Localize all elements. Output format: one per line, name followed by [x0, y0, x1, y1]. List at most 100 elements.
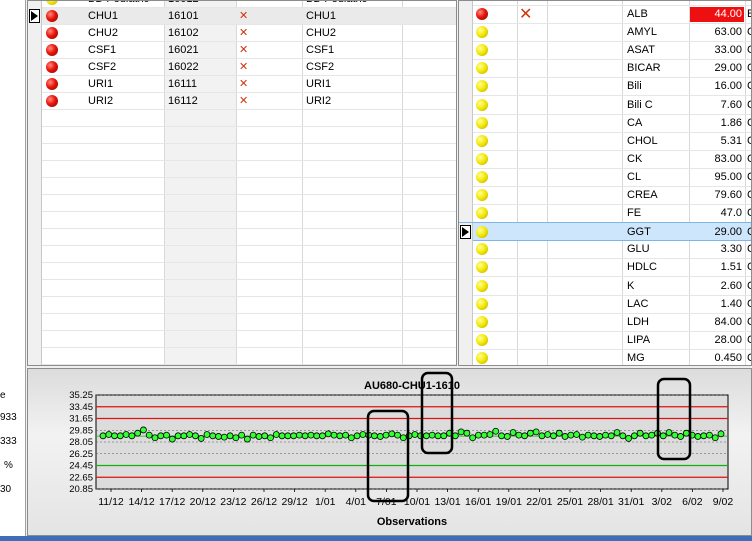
- test-value: 28.00: [714, 333, 742, 346]
- test-unit: C: [747, 99, 751, 111]
- test-row[interactable]: FE 47.0 C: [459, 204, 751, 224]
- sample-row[interactable]: CSF1 16021 ✕ CSF1: [28, 42, 456, 59]
- test-row[interactable]: LIPA 28.00 C: [459, 330, 751, 350]
- test-row[interactable]: CL 95.00 C: [459, 167, 751, 187]
- test-row[interactable]: CK 83.00 C: [459, 149, 751, 169]
- test-row[interactable]: CREA 79.60 C: [459, 186, 751, 205]
- row-selector[interactable]: [28, 93, 42, 110]
- test-row[interactable]: LDH 84.00 C: [459, 312, 751, 332]
- empty-row: [28, 195, 456, 212]
- test-row[interactable]: LAC 1.40 C: [459, 294, 751, 314]
- row-selector[interactable]: [459, 95, 473, 115]
- data-point: [550, 432, 557, 440]
- row-selector[interactable]: [459, 23, 473, 43]
- sample-number: 16022: [168, 61, 199, 73]
- reject-x-icon[interactable]: ✕: [239, 42, 248, 58]
- status-yellow-icon: [476, 333, 488, 346]
- sample-row[interactable]: CHU2 16102 ✕ CHU2: [28, 25, 456, 42]
- row-selector[interactable]: [459, 258, 473, 278]
- row-selector[interactable]: [459, 330, 473, 350]
- sample-row[interactable]: CHU1 16101 ✕ CHU1: [28, 8, 456, 25]
- test-row[interactable]: CA 1.86 C: [459, 113, 751, 133]
- sample-row[interactable]: URI1 16111 ✕ URI1: [28, 76, 456, 93]
- data-point: [527, 429, 534, 437]
- test-row[interactable]: GGT 29.00 C: [459, 222, 751, 243]
- data-point: [717, 430, 725, 438]
- x-tick-label: 29/12: [281, 496, 307, 508]
- test-row[interactable]: CHOL 5.31 C: [459, 131, 751, 151]
- stat-label: %: [4, 460, 13, 471]
- sample-code: CSF2: [88, 61, 117, 73]
- test-row[interactable]: BICAR 29.00 C: [459, 59, 751, 79]
- data-point: [492, 427, 500, 435]
- reject-x-icon[interactable]: ✕: [239, 59, 248, 75]
- sample-row[interactable]: BD Pediatric 16012 BD Pediatric: [28, 1, 456, 8]
- row-selector[interactable]: [28, 42, 42, 59]
- test-results-grid[interactable]: ✕ ALB 44.00E AMYL 63.00 C ASAT 33.00 C BICAR 29.00…: [458, 0, 752, 366]
- test-row[interactable]: MG 0.450 C: [459, 348, 751, 365]
- row-selector[interactable]: [459, 240, 473, 260]
- sample-number: 16102: [168, 27, 199, 39]
- row-selector[interactable]: [459, 276, 473, 296]
- row-selector[interactable]: [28, 59, 42, 76]
- data-point: [359, 431, 367, 438]
- row-selector[interactable]: [459, 186, 473, 205]
- row-selector[interactable]: [459, 59, 473, 79]
- row-selector[interactable]: [459, 77, 473, 97]
- empty-row: [28, 314, 456, 331]
- reject-x-icon[interactable]: ✕: [239, 76, 248, 92]
- test-row[interactable]: Bili 16.00 C: [459, 77, 751, 97]
- sample-grid[interactable]: BD Pediatric16012BD PediatricCHU116101✕C…: [27, 0, 457, 366]
- data-point: [555, 429, 563, 437]
- test-row[interactable]: GLU 3.30 C: [459, 240, 751, 260]
- test-name: CK: [627, 152, 643, 165]
- row-selector[interactable]: [459, 41, 473, 61]
- row-selector[interactable]: [28, 76, 42, 93]
- test-name: MG: [627, 351, 645, 364]
- reject-x-icon[interactable]: ✕: [239, 93, 248, 109]
- test-value: 83.00: [714, 152, 742, 165]
- x-tick-label: 9/02: [713, 496, 734, 508]
- row-selector[interactable]: [28, 25, 42, 42]
- row-selector[interactable]: [459, 312, 473, 332]
- data-point: [590, 432, 598, 440]
- status-yellow-icon: [476, 189, 488, 201]
- x-tick-label: 6/02: [682, 496, 703, 508]
- data-point: [642, 432, 650, 440]
- test-unit: C: [747, 316, 751, 328]
- sample-row[interactable]: CSF2 16022 ✕ CSF2: [28, 59, 456, 76]
- test-name: CL: [627, 170, 642, 183]
- sample-code: URI1: [88, 78, 114, 90]
- test-unit: C: [747, 207, 751, 219]
- reject-x-icon[interactable]: ✕: [519, 6, 532, 22]
- data-point: [480, 431, 488, 439]
- row-selector[interactable]: [459, 204, 473, 224]
- test-row[interactable]: K 2.60 C: [459, 276, 751, 296]
- status-yellow-icon: [476, 170, 488, 183]
- data-point: [220, 433, 228, 441]
- empty-row: [28, 212, 456, 229]
- test-row[interactable]: ✕ ALB 44.00E: [459, 5, 751, 24]
- row-selector[interactable]: [28, 8, 42, 25]
- sample-row[interactable]: URI2 16112 ✕ URI2: [28, 93, 456, 110]
- test-row[interactable]: ASAT 33.00 C: [459, 41, 751, 61]
- test-value: 33.00: [714, 44, 742, 57]
- data-point: [630, 432, 638, 440]
- reject-x-icon[interactable]: ✕: [239, 25, 248, 41]
- reject-x-icon[interactable]: ✕: [239, 8, 248, 24]
- row-selector[interactable]: [459, 5, 473, 24]
- data-point: [105, 431, 113, 438]
- test-name: BICAR: [627, 62, 661, 75]
- row-selector[interactable]: [459, 294, 473, 314]
- row-selector[interactable]: [459, 167, 473, 187]
- data-point: [111, 432, 118, 440]
- row-selector[interactable]: [459, 149, 473, 169]
- row-selector[interactable]: [459, 113, 473, 133]
- data-point: [388, 430, 396, 438]
- test-row[interactable]: HDLC 1.51 C: [459, 258, 751, 278]
- test-row[interactable]: AMYL 63.00 C: [459, 23, 751, 43]
- test-row[interactable]: Bili C 7.60 C: [459, 95, 751, 115]
- row-selector[interactable]: [459, 131, 473, 151]
- levey-jennings-chart[interactable]: AU680-CHU1-1610 35.2533.4531.6529.8528.05…: [28, 369, 751, 535]
- row-selector[interactable]: [459, 348, 473, 365]
